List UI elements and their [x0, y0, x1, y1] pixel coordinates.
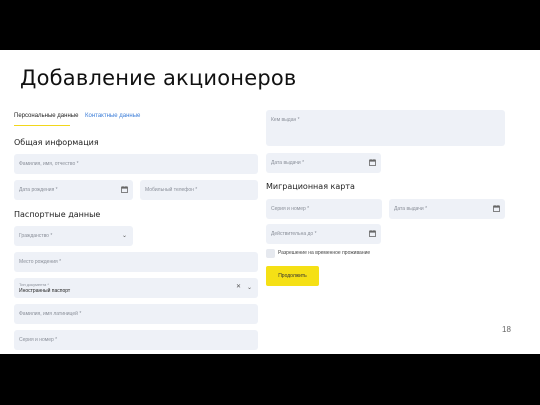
series-number-placeholder: Серия и номер *: [19, 337, 58, 343]
citizenship-select[interactable]: Гражданство * ⌄: [14, 226, 133, 246]
issued-by-placeholder: Кем выдан *: [271, 117, 300, 123]
series-number-field[interactable]: Серия и номер *: [14, 330, 258, 350]
doc-type-label: Тип документа *: [19, 282, 49, 287]
fio-field[interactable]: Фамилия, имя, отчество *: [14, 154, 258, 174]
calendar-icon[interactable]: [121, 186, 128, 193]
temporary-residence-checkbox[interactable]: [266, 249, 275, 258]
issue-date-placeholder: Дата выдачи *: [271, 160, 305, 166]
issue-date-field[interactable]: Дата выдачи *: [266, 153, 381, 173]
calendar-icon[interactable]: [369, 159, 376, 166]
mig-series-number-field[interactable]: Серия и номер *: [266, 199, 382, 219]
valid-until-field[interactable]: Действительна до *: [266, 224, 381, 244]
birth-date-placeholder: Дата рождения *: [19, 187, 58, 193]
birth-place-field[interactable]: Место рождения *: [14, 252, 258, 272]
citizenship-placeholder: Гражданство *: [19, 233, 53, 239]
section-passport-data: Паспортные данные: [14, 210, 101, 219]
active-tab-indicator: [14, 125, 70, 126]
calendar-icon[interactable]: [369, 230, 376, 237]
mig-series-number-placeholder: Серия и номер *: [271, 206, 310, 212]
page-title: Добавление акционеров: [20, 66, 297, 90]
birth-place-placeholder: Место рождения *: [19, 259, 62, 265]
mobile-phone-field[interactable]: Мобильный телефон *: [140, 180, 258, 200]
continue-button[interactable]: Продолжить: [266, 266, 319, 286]
birth-date-field[interactable]: Дата рождения *: [14, 180, 133, 200]
chevron-down-icon[interactable]: ⌄: [247, 285, 252, 291]
page-number: 18: [502, 325, 511, 334]
tab-contact-data[interactable]: Контактные данные: [85, 113, 140, 119]
tab-personal-data[interactable]: Персональные данные: [14, 113, 78, 119]
chevron-down-icon[interactable]: ⌄: [122, 233, 127, 239]
temporary-residence-label: Разрешение на временное проживание: [278, 250, 371, 256]
fio-placeholder: Фамилия, имя, отчество *: [19, 161, 79, 167]
doc-type-value: Иностранный паспорт: [19, 288, 71, 294]
mig-issue-date-field[interactable]: Дата выдачи *: [389, 199, 505, 219]
valid-until-placeholder: Действительна до *: [271, 231, 317, 237]
section-general-info: Общая информация: [14, 138, 99, 147]
doc-type-select[interactable]: Тип документа * Иностранный паспорт ✕ ⌄: [14, 278, 258, 298]
continue-button-label: Продолжить: [278, 273, 307, 279]
section-migration-card: Миграционная карта: [266, 182, 355, 191]
close-icon[interactable]: ✕: [236, 284, 241, 291]
latin-name-placeholder: Фамилия, имя латиницей *: [19, 311, 82, 317]
slide: Добавление акционеров Персональные данны…: [0, 50, 540, 354]
calendar-icon[interactable]: [493, 205, 500, 212]
mobile-phone-placeholder: Мобильный телефон *: [145, 187, 198, 193]
issued-by-field[interactable]: Кем выдан *: [266, 110, 505, 146]
mig-issue-date-placeholder: Дата выдачи *: [394, 206, 428, 212]
latin-name-field[interactable]: Фамилия, имя латиницей *: [14, 304, 258, 324]
